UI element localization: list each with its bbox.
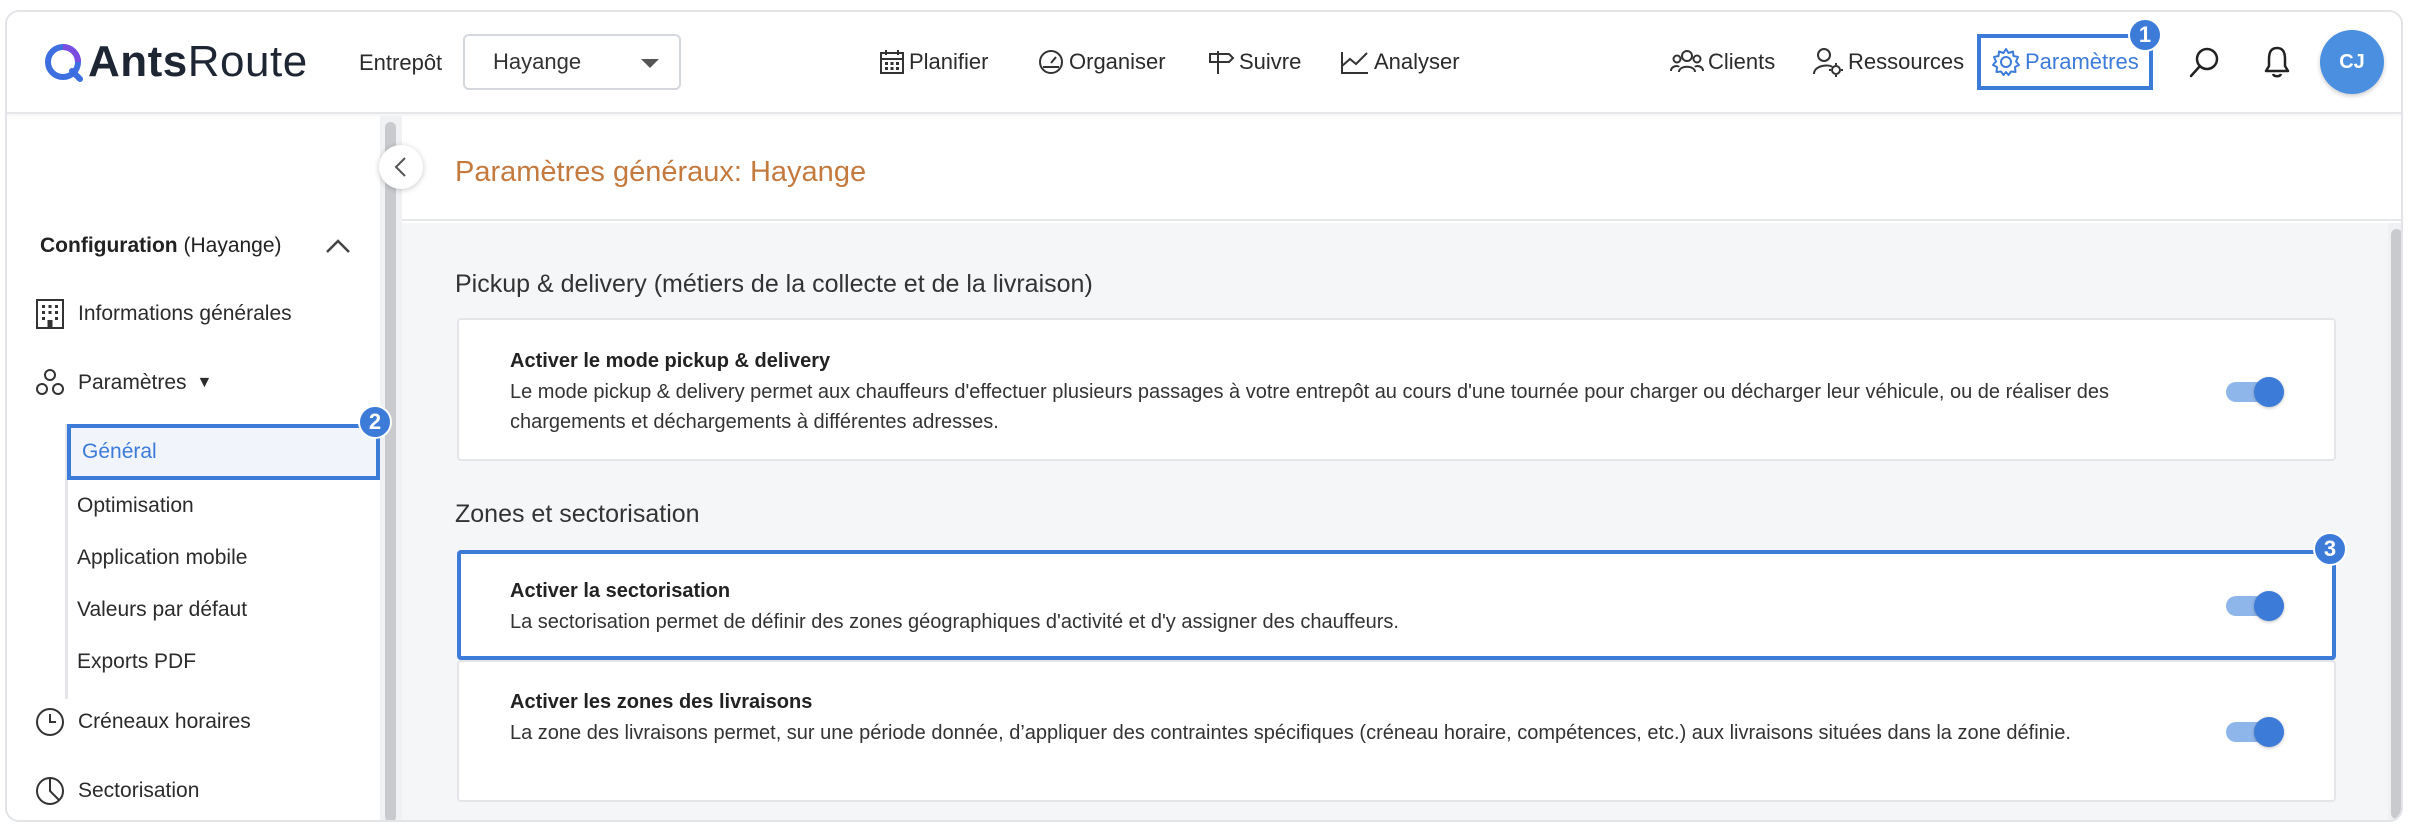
bell-icon — [2264, 46, 2290, 78]
setting-card-zones-livraisons: Activer les zones des livraisons La zone… — [457, 660, 2336, 802]
user-avatar[interactable]: CJ — [2320, 30, 2384, 94]
setting-title: Activer la sectorisation — [510, 580, 731, 602]
sidebar-item-label: Paramètres — [78, 371, 187, 394]
gear-icon — [1992, 48, 2020, 76]
nav-clients-label: Clients — [1708, 49, 1776, 74]
warehouse-select[interactable]: Hayange — [463, 34, 681, 90]
sidebar-item-label: Informations générales — [78, 302, 292, 325]
search-icon — [2189, 47, 2219, 78]
clock-icon — [36, 708, 64, 736]
toggle-knob — [2254, 717, 2284, 747]
setting-description: La zone des livraisons permet, sur une p… — [510, 722, 2071, 744]
main-scrollbar-thumb[interactable] — [2391, 229, 2401, 819]
logo-wordmark: AntsRoute — [88, 37, 308, 86]
sidebar-scrollbar[interactable] — [380, 116, 402, 820]
setting-card-pickup-delivery: Activer le mode pickup & delivery Le mod… — [457, 318, 2336, 461]
page-title: Paramètres généraux: Hayange — [455, 156, 867, 188]
sidebar-item-sectorisation[interactable]: Sectorisation — [34, 771, 199, 811]
submenu-item-application-mobile[interactable]: Application mobile — [77, 546, 247, 570]
cubes-icon — [36, 369, 64, 395]
sidebar-item-parametres[interactable]: Paramètres ▼ — [34, 363, 212, 403]
chevron-left-icon — [394, 157, 406, 177]
gauge-icon — [1039, 50, 1063, 74]
submenu-item-valeurs-defaut[interactable]: Valeurs par défaut — [77, 598, 247, 622]
users-group-icon — [1670, 50, 1704, 73]
sectorisation-toggle[interactable] — [2226, 591, 2284, 621]
building-icon — [36, 299, 64, 329]
nav-planifier[interactable]: Planifier — [879, 42, 988, 82]
nav-suivre[interactable]: Suivre — [1207, 42, 1301, 82]
nav-organiser[interactable]: Organiser — [1037, 42, 1166, 82]
setting-card-sectorisation: Activer la sectorisation La sectorisatio… — [457, 550, 2336, 660]
app-window: AntsRoute Entrepôt Hayange Planifier Org… — [5, 10, 2403, 822]
zones-livraisons-toggle[interactable] — [2226, 717, 2284, 747]
chevron-up-icon[interactable] — [325, 238, 351, 254]
setting-description: La sectorisation permet de définir des z… — [510, 611, 1399, 633]
nav-parametres[interactable]: Paramètres — [1977, 34, 2153, 90]
nav-ressources-label: Ressources — [1848, 49, 1965, 74]
nav-analyser[interactable]: Analyser — [1340, 42, 1460, 82]
collapse-sidebar-button[interactable] — [379, 145, 423, 189]
submenu-item-general[interactable]: Général — [67, 424, 380, 480]
chevron-down-icon — [641, 59, 659, 68]
top-navigation-bar: AntsRoute Entrepôt Hayange Planifier Org… — [7, 12, 2401, 114]
nav-parametres-label: Paramètres — [2025, 49, 2139, 74]
caret-down-icon: ▼ — [196, 374, 213, 391]
search-button[interactable] — [2185, 42, 2225, 82]
signpost-icon — [1209, 51, 1235, 74]
pickup-delivery-toggle[interactable] — [2226, 377, 2284, 407]
submenu-item-exports-pdf[interactable]: Exports PDF — [77, 650, 196, 674]
setting-title: Activer les zones des livraisons — [510, 691, 813, 713]
step-badge-3: 3 — [2313, 532, 2347, 566]
user-gear-icon — [1813, 48, 1843, 77]
sidebar-item-creneaux[interactable]: Créneaux horaires — [34, 702, 251, 742]
setting-description: Le mode pickup & delivery permet aux cha… — [510, 381, 2109, 433]
warehouse-select-value: Hayange — [493, 49, 582, 74]
step-badge-2: 2 — [358, 405, 392, 439]
setting-title: Activer le mode pickup & delivery — [510, 350, 831, 372]
section-title-zones: Zones et sectorisation — [455, 500, 700, 528]
toggle-knob — [2254, 377, 2284, 407]
notifications-button[interactable] — [2257, 42, 2297, 82]
step-badge-1: 1 — [2128, 18, 2162, 52]
nav-planifier-label: Planifier — [909, 49, 989, 74]
nav-ressources[interactable]: Ressources — [1812, 42, 1964, 82]
nav-suivre-label: Suivre — [1239, 49, 1302, 74]
sidebar-item-informations[interactable]: Informations générales — [34, 294, 292, 334]
chart-icon — [1341, 52, 1368, 74]
nav-analyser-label: Analyser — [1374, 49, 1460, 74]
sidebar-item-label: Sectorisation — [78, 779, 200, 802]
toggle-knob — [2254, 591, 2284, 621]
main-scrollbar[interactable] — [2388, 223, 2401, 820]
submenu-item-optimisation[interactable]: Optimisation — [77, 494, 194, 518]
configuration-heading[interactable]: Configuration (Hayange) — [40, 234, 282, 258]
nav-clients[interactable]: Clients — [1670, 42, 1775, 82]
warehouse-label: Entrepôt — [359, 50, 443, 75]
nav-organiser-label: Organiser — [1069, 49, 1166, 74]
section-title-pickup: Pickup & delivery (métiers de la collect… — [455, 270, 1093, 298]
antsroute-logo[interactable]: AntsRoute — [42, 36, 308, 88]
sidebar-scrollbar-thumb[interactable] — [385, 122, 396, 820]
sidebar-item-label: Créneaux horaires — [78, 710, 251, 733]
calendar-icon — [880, 50, 904, 74]
antsroute-logo-icon — [45, 44, 83, 82]
pie-chart-icon — [36, 777, 64, 805]
